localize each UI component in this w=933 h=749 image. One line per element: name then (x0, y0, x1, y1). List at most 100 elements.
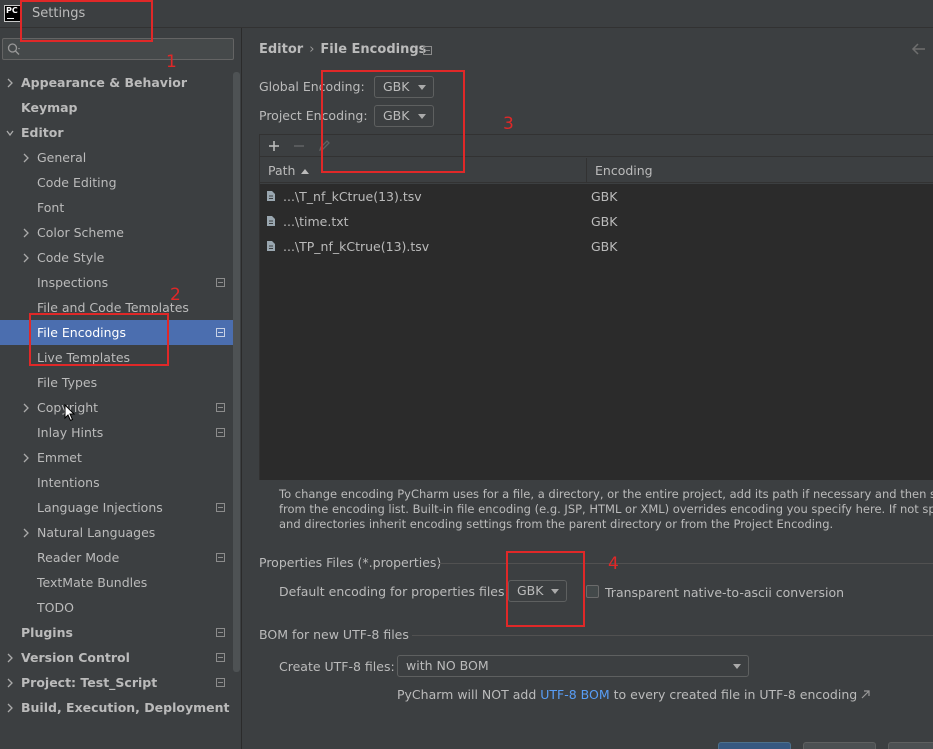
project-scope-icon (216, 678, 225, 687)
sidebar-item-label: TextMate Bundles (37, 575, 148, 590)
encoding-cell[interactable]: GBK (591, 234, 617, 259)
sidebar-item-label: Natural Languages (37, 525, 156, 540)
chevron-right-icon[interactable] (21, 220, 31, 245)
file-icon (267, 216, 275, 226)
table-row[interactable]: ...\TP_nf_kCtrue(13).tsv GBK (260, 234, 933, 259)
sidebar-item[interactable]: Natural Languages (0, 520, 235, 545)
sidebar-item-label: Intentions (37, 475, 100, 490)
create-utf8-select[interactable]: with NO BOM (397, 655, 749, 677)
sidebar-item-label: Font (37, 200, 65, 215)
sidebar-item-label: Project: Test_Script (21, 675, 158, 690)
external-link-icon (861, 690, 870, 699)
encoding-cell[interactable]: GBK (591, 209, 617, 234)
annotation-number-4: 4 (608, 554, 619, 574)
sidebar-item[interactable]: Project: Test_Script (0, 670, 235, 695)
table-row[interactable]: ...\time.txt GBK (260, 209, 933, 234)
annotation-number-3: 3 (503, 114, 514, 134)
encoding-cell[interactable]: GBK (591, 184, 617, 209)
sidebar-item[interactable]: File Types (0, 370, 235, 395)
chevron-right-icon[interactable] (21, 395, 31, 420)
apply-button[interactable] (888, 742, 933, 749)
annotation-box-1 (20, 0, 153, 42)
file-icon (267, 241, 275, 251)
create-utf8-label: Create UTF-8 files: (279, 659, 395, 674)
sidebar-item-label: TODO (37, 600, 74, 615)
sidebar-item[interactable]: Keymap (0, 95, 235, 120)
section-divider (412, 635, 933, 636)
sidebar-item-label: Language Injections (37, 500, 163, 515)
sidebar-item[interactable]: Appearance & Behavior (0, 70, 235, 95)
project-scope-icon (216, 278, 225, 287)
chevron-right-icon[interactable] (21, 520, 31, 545)
transparent-ascii-checkbox[interactable] (586, 585, 599, 598)
file-icon (267, 191, 275, 201)
bom-note-suffix: to every created file in UTF-8 encoding (609, 687, 858, 702)
chevron-right-icon[interactable] (21, 245, 31, 270)
sidebar-item[interactable]: Code Editing (0, 170, 235, 195)
sidebar-item[interactable]: Reader Mode (0, 545, 235, 570)
chevron-down-icon (733, 664, 741, 669)
sidebar-item[interactable]: TextMate Bundles (0, 570, 235, 595)
sidebar-item[interactable]: Intentions (0, 470, 235, 495)
sidebar-item[interactable]: Code Style (0, 245, 235, 270)
sidebar-item-label: Appearance & Behavior (21, 75, 187, 90)
sidebar-item[interactable]: Build, Execution, Deployment (0, 695, 235, 720)
project-scope-icon (216, 428, 225, 437)
settings-sidebar: Appearance & Behavior Keymap Editor General… (0, 28, 242, 749)
sidebar-item[interactable]: Editor (0, 120, 235, 145)
sidebar-item[interactable]: Color Scheme (0, 220, 235, 245)
remove-icon[interactable] (290, 137, 308, 155)
sidebar-item[interactable]: Inspections (0, 270, 235, 295)
annotation-number-2: 2 (170, 285, 181, 305)
sidebar-item[interactable]: Language Injections (0, 495, 235, 520)
default-properties-encoding-label: Default encoding for properties files: (279, 584, 509, 599)
path-cell: ...\time.txt (283, 214, 349, 229)
chevron-right-icon[interactable] (5, 645, 15, 670)
ok-button[interactable] (718, 742, 791, 749)
sidebar-item-label: General (37, 150, 87, 165)
sidebar-scrollbar[interactable] (233, 72, 240, 672)
sidebar-item[interactable]: Inlay Hints (0, 420, 235, 445)
properties-section-title: Properties Files (*.properties) (259, 555, 442, 570)
bom-section-title: BOM for new UTF-8 files (259, 627, 409, 642)
annotation-box-3 (321, 70, 465, 173)
column-header-encoding[interactable]: Encoding (586, 158, 933, 183)
sidebar-item-label: Inlay Hints (37, 425, 104, 440)
sidebar-item[interactable]: Version Control (0, 645, 235, 670)
chevron-right-icon[interactable] (5, 70, 15, 95)
project-scope-icon (216, 628, 225, 637)
chevron-right-icon[interactable] (5, 670, 15, 695)
breadcrumb-current: File Encodings (320, 42, 427, 57)
annotation-number-1: 1 (166, 52, 177, 72)
sidebar-item-label: Version Control (21, 650, 130, 665)
sidebar-item-label: Build, Execution, Deployment (21, 700, 230, 715)
sidebar-item-label: Code Editing (37, 175, 117, 190)
breadcrumb: Editor › File Encodings (259, 42, 426, 57)
sidebar-item-label: Emmet (37, 450, 82, 465)
add-icon[interactable] (265, 137, 283, 155)
back-arrow-icon[interactable] (910, 42, 928, 56)
sidebar-item-label: Editor (21, 125, 64, 140)
project-scope-icon (216, 653, 225, 662)
chevron-down-icon[interactable] (5, 120, 15, 145)
sidebar-item[interactable]: Font (0, 195, 235, 220)
chevron-right-icon[interactable] (21, 445, 31, 470)
sidebar-item-label: Code Style (37, 250, 105, 265)
cancel-button[interactable] (803, 742, 876, 749)
file-encodings-table: Path Encoding ...\T_nf_kCtrue(13).tsv GBK… (259, 134, 933, 480)
mouse-cursor-icon (64, 404, 76, 422)
breadcrumb-parent[interactable]: Editor (259, 42, 303, 57)
sidebar-item[interactable]: Emmet (0, 445, 235, 470)
help-text: To change encoding PyCharm uses for a fi… (279, 487, 933, 532)
help-line: from the encoding list. Built-in file en… (279, 502, 933, 516)
sidebar-item[interactable]: General (0, 145, 235, 170)
sidebar-item[interactable]: Plugins (0, 620, 235, 645)
chevron-right-icon[interactable] (21, 145, 31, 170)
path-cell: ...\TP_nf_kCtrue(13).tsv (283, 239, 430, 254)
table-row[interactable]: ...\T_nf_kCtrue(13).tsv GBK (260, 184, 933, 209)
create-utf8-value: with NO BOM (406, 658, 489, 673)
sidebar-item[interactable]: Copyright (0, 395, 235, 420)
chevron-right-icon[interactable] (5, 695, 15, 720)
sidebar-item[interactable]: TODO (0, 595, 235, 620)
utf8-bom-link[interactable]: UTF-8 BOM (540, 687, 609, 702)
